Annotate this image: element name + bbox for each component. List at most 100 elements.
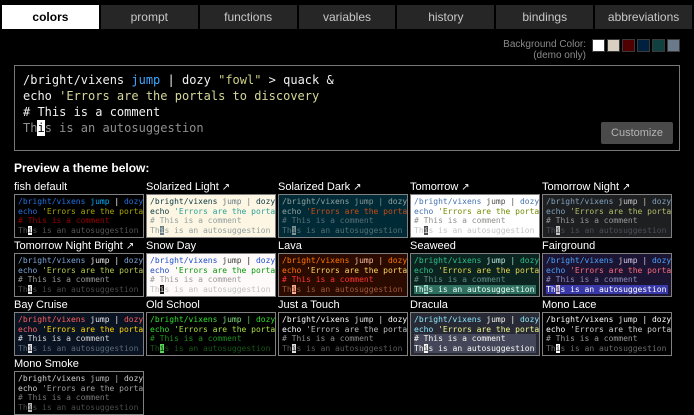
code-segment: dozy	[256, 256, 275, 265]
external-link-icon[interactable]: ↗	[353, 182, 361, 193]
theme-card-old-school: Old School/bright/vixens jump | dozy "fo…	[146, 299, 276, 356]
tab-history[interactable]: history	[397, 5, 494, 29]
theme-name: Fairground	[542, 240, 595, 252]
theme-name: Tomorrow Night	[542, 181, 619, 193]
external-link-icon[interactable]: ↗	[461, 182, 469, 193]
theme-preview-lava[interactable]: /bright/vixens jump | dozy "fowl" > quac…	[278, 253, 408, 297]
tab-bindings[interactable]: bindings	[496, 5, 593, 29]
code-segment: jump	[131, 73, 160, 87]
background-swatch-4[interactable]	[637, 39, 650, 52]
background-swatch-2[interactable]	[607, 39, 620, 52]
theme-card-tomorrow: Tomorrow↗/bright/vixens jump | dozy "fow…	[410, 181, 540, 238]
theme-sample-line: # This is a comment	[18, 334, 140, 344]
code-segment	[407, 197, 408, 206]
code-segment	[275, 256, 276, 265]
preview-line-command: /bright/vixens jump | dozy "fowl" > quac…	[23, 72, 671, 88]
theme-sample-line: /bright/vixens jump | dozy "fowl" > quac…	[546, 315, 668, 325]
code-segment: 'Errors are the portals to discovery	[42, 207, 144, 216]
code-segment: dozy	[124, 315, 143, 324]
theme-sample-line: /bright/vixens jump | dozy "fowl" > quac…	[414, 315, 536, 325]
code-segment: # This is a comment	[18, 393, 110, 402]
theme-sample-line: echo 'Errors are the portals to discover…	[546, 207, 668, 217]
theme-sample-line: echo 'Errors are the portals to discover…	[414, 325, 536, 335]
external-link-icon[interactable]: ↗	[622, 182, 630, 193]
theme-sample-line: /bright/vixens jump | dozy "fowl" > quac…	[150, 197, 272, 207]
code-segment: echo	[282, 325, 301, 334]
code-segment: s is an autosuggestion	[560, 285, 666, 294]
theme-preview-tomorrow[interactable]: /bright/vixens jump | dozy "fowl" > quac…	[410, 194, 540, 238]
code-segment: dozy	[124, 374, 143, 383]
background-swatch-3[interactable]	[622, 39, 635, 52]
theme-preview-tomorrow-night-bright[interactable]: /bright/vixens jump | dozy "fowl" > quac…	[14, 253, 144, 297]
theme-preview-bay-cruise[interactable]: /bright/vixens jump | dozy "fowl" > quac…	[14, 312, 144, 356]
theme-preview-solarized-dark[interactable]: /bright/vixens jump | dozy "fowl" > quac…	[278, 194, 408, 238]
tab-functions[interactable]: functions	[200, 5, 297, 29]
code-segment: 'Errors are the portals to discovery	[174, 266, 276, 275]
theme-name: Lava	[278, 240, 302, 252]
code-segment: Th	[414, 344, 424, 353]
theme-preview-fairground[interactable]: /bright/vixens jump | dozy "fowl" > quac…	[542, 253, 672, 297]
external-link-icon[interactable]: ↗	[126, 241, 134, 252]
tab-colors[interactable]: colors	[2, 5, 99, 29]
theme-sample-line: /bright/vixens jump | dozy "fowl" > quac…	[18, 256, 140, 266]
theme-title-fish-default: fish default	[14, 181, 144, 194]
theme-sample-line: echo 'Errors are the portals to discover…	[414, 207, 536, 217]
tab-variables[interactable]: variables	[299, 5, 396, 29]
customize-button[interactable]: Customize	[601, 122, 673, 144]
theme-sample-line: echo 'Errors are the portals to discover…	[546, 325, 668, 335]
theme-sample-line: /bright/vixens jump | dozy "fowl" > quac…	[18, 315, 140, 325]
theme-sample-line: /bright/vixens jump | dozy "fowl" > quac…	[414, 256, 536, 266]
code-segment: jump	[618, 315, 637, 324]
theme-preview-mono-lace[interactable]: /bright/vixens jump | dozy "fowl" > quac…	[542, 312, 672, 356]
preview-line-echo: echo 'Errors are the portals to discover…	[23, 88, 671, 104]
theme-sample-line: # This is a comment	[282, 216, 404, 226]
code-segment: /bright/vixens	[18, 197, 85, 206]
code-segment: s is an autosuggestion	[296, 285, 402, 294]
theme-sample-line: /bright/vixens jump | dozy "fowl" > quac…	[18, 197, 140, 207]
theme-preview-just-a-touch[interactable]: /bright/vixens jump | dozy "fowl" > quac…	[278, 312, 408, 356]
theme-sample-autosuggestion: This is an autosuggestion	[18, 344, 140, 354]
theme-preview-fish-default[interactable]: /bright/vixens jump | dozy "fowl" > quac…	[14, 194, 144, 238]
theme-preview-snow-day[interactable]: /bright/vixens jump | dozy "fowl" > quac…	[146, 253, 276, 297]
theme-title-fairground: Fairground	[542, 240, 672, 253]
background-color-swatches	[592, 39, 680, 52]
code-segment: /bright/vixens	[150, 197, 217, 206]
theme-sample-autosuggestion: This is an autosuggestion	[414, 344, 536, 354]
code-segment: dozy	[652, 256, 671, 265]
code-segment: echo	[18, 325, 37, 334]
code-segment: echo	[18, 207, 37, 216]
code-segment: Th	[18, 403, 28, 412]
theme-preview-seaweed[interactable]: /bright/vixens jump | dozy "fowl" > quac…	[410, 253, 540, 297]
preview-line-autosuggestion: This is an autosuggestion	[23, 120, 671, 136]
theme-sample-line: # This is a comment	[150, 334, 272, 344]
theme-sample-line: # This is a comment	[546, 275, 668, 285]
background-swatch-6[interactable]	[667, 39, 680, 52]
theme-preview-solarized-light[interactable]: /bright/vixens jump | dozy "fowl" > quac…	[146, 194, 276, 238]
theme-card-fish-default: fish default/bright/vixens jump | dozy "…	[14, 181, 144, 238]
code-segment: dozy	[124, 197, 143, 206]
theme-card-tomorrow-night-bright: Tomorrow Night Bright↗/bright/vixens jum…	[14, 240, 144, 297]
external-link-icon[interactable]: ↗	[222, 182, 230, 193]
code-segment: # This is a comment	[18, 334, 110, 343]
code-segment: |	[374, 315, 388, 324]
theme-sample-line: /bright/vixens jump | dozy "fowl" > quac…	[150, 315, 272, 325]
code-segment	[671, 256, 672, 265]
theme-preview-mono-smoke[interactable]: /bright/vixens jump | dozy "fowl" > quac…	[14, 371, 144, 415]
theme-title-tomorrow-night: Tomorrow Night↗	[542, 181, 672, 194]
tab-abbreviations[interactable]: abbreviations	[595, 5, 692, 29]
theme-preview-dracula[interactable]: /bright/vixens jump | dozy "fowl" > quac…	[410, 312, 540, 356]
code-segment: Th	[23, 121, 37, 135]
background-swatch-1[interactable]	[592, 39, 605, 52]
code-segment: jump	[354, 256, 373, 265]
theme-sample-line: /bright/vixens jump | dozy "fowl" > quac…	[282, 197, 404, 207]
theme-preview-tomorrow-night[interactable]: /bright/vixens jump | dozy "fowl" > quac…	[542, 194, 672, 238]
code-segment: |	[242, 315, 256, 324]
background-swatch-5[interactable]	[652, 39, 665, 52]
code-segment: /bright/vixens	[546, 197, 613, 206]
theme-sample-line: /bright/vixens jump | dozy "fowl" > quac…	[150, 256, 272, 266]
tab-prompt[interactable]: prompt	[101, 5, 198, 29]
code-segment: |	[638, 315, 652, 324]
code-segment: dozy	[256, 315, 275, 324]
theme-sample-line: echo 'Errors are the portals to discover…	[546, 266, 668, 276]
theme-preview-old-school[interactable]: /bright/vixens jump | dozy "fowl" > quac…	[146, 312, 276, 356]
